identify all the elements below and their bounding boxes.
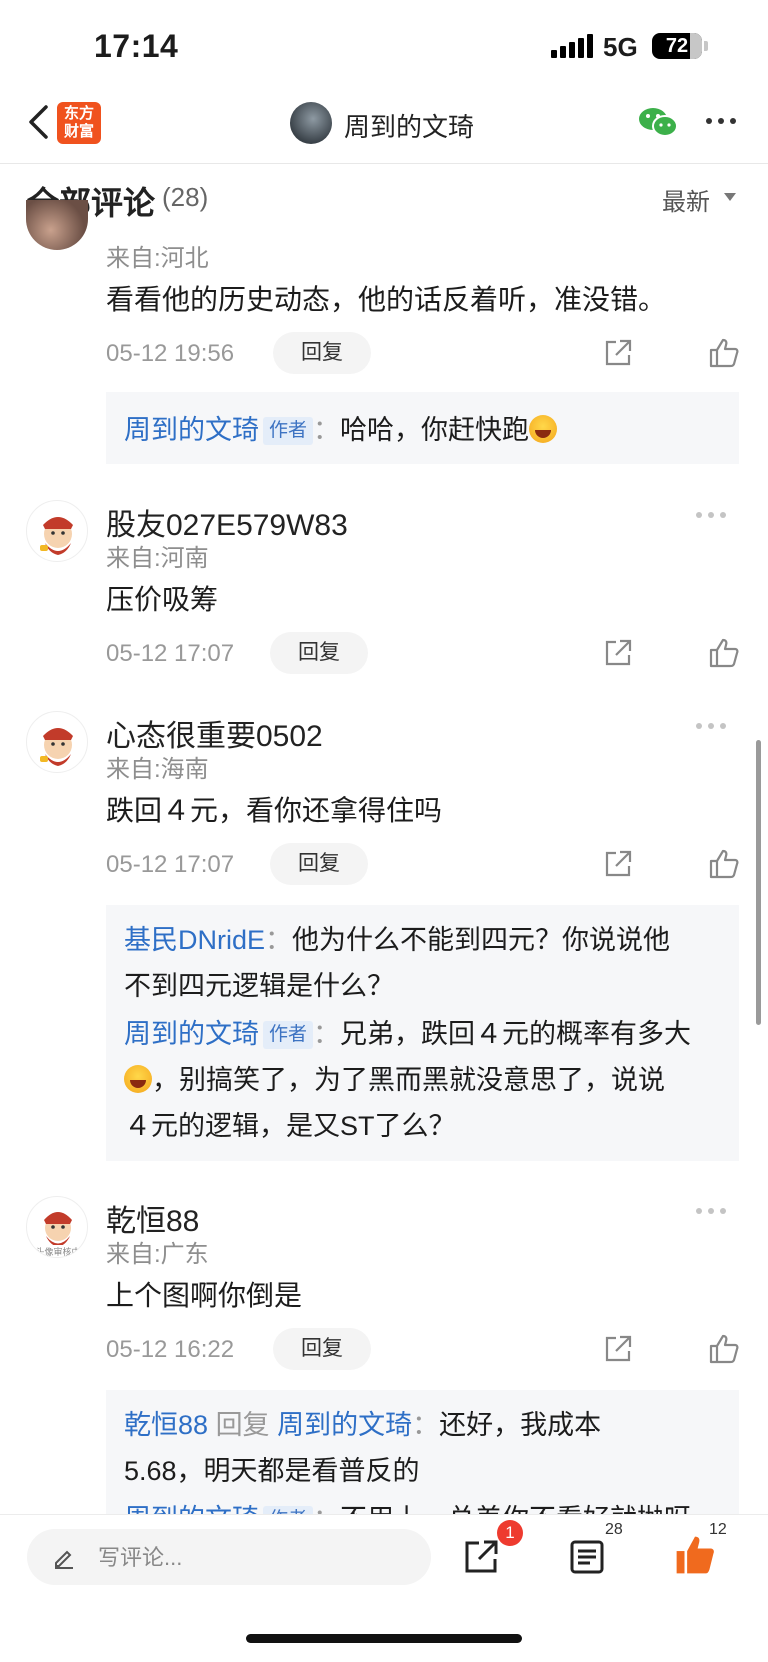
reply-item: 基民DNridE：他为什么不能到四元？你说说他 xyxy=(124,925,671,955)
comment-time: 05-12 19:56 xyxy=(106,340,235,367)
like-filled-icon[interactable] xyxy=(674,1534,716,1576)
reply-item: 周到的文琦作者：不用上，总差你不看好就抛呀 xyxy=(124,1496,721,1514)
reply-author[interactable]: 周到的文琦 xyxy=(124,1504,259,1514)
reply-text-cont: 5.68，明天都是看普反的 xyxy=(124,1456,420,1486)
tears-of-joy-emoji xyxy=(124,1065,152,1093)
comment-more-icon[interactable] xyxy=(696,512,726,518)
status-time: 17:14 xyxy=(94,28,179,64)
reply-text: 不用上，总差你不看好就抛呀 xyxy=(340,1504,691,1514)
reply-text-cont: ４元的逻辑，是又ST了么？ xyxy=(124,1111,456,1141)
comment-time: 05-12 17:07 xyxy=(106,640,235,667)
avatar[interactable] xyxy=(26,500,88,562)
share-icon[interactable] xyxy=(462,1538,500,1576)
reply-text: 哈哈，你赶快跑 xyxy=(340,415,530,445)
comment-list-icon[interactable] xyxy=(568,1538,606,1576)
comment-count: 28 xyxy=(605,1521,623,1538)
like-icon[interactable] xyxy=(708,637,740,669)
author-tag: 作者 xyxy=(263,1021,314,1049)
reply-item: 周到的文琦 作者 ：哈哈，你赶快跑 xyxy=(124,407,721,453)
battery-icon: 72 xyxy=(652,33,702,59)
comment-input[interactable] xyxy=(27,1529,431,1585)
like-icon[interactable] xyxy=(708,337,740,369)
nav-title[interactable]: 周到的文琦 xyxy=(344,107,474,144)
comment-location: 来自:海南 xyxy=(106,756,209,783)
home-indicator xyxy=(246,1634,522,1643)
share-icon[interactable] xyxy=(602,848,634,880)
reply-text: ，别搞笑了，为了黑而黑就没意思了，说说 xyxy=(152,1065,665,1095)
reply-word: 回复 xyxy=(215,1410,270,1440)
share-icon[interactable] xyxy=(602,1333,634,1365)
share-badge: 1 xyxy=(497,1520,523,1546)
nav-divider xyxy=(0,163,768,164)
reply-block: 乾恒88 回复 周到的文琦：还好，我成本 5.68，明天都是看普反的 周到的文琦… xyxy=(106,1390,739,1514)
logo-text-top: 东方 xyxy=(63,105,94,122)
comment-location: 来自:河北 xyxy=(106,245,209,272)
reply-text-cont: ，别搞笑了，为了黑而黑就没意思了，说说 xyxy=(124,1057,721,1103)
avatar[interactable] xyxy=(26,711,88,773)
comment-location: 来自:广东 xyxy=(106,1241,209,1268)
battery-level: 72 xyxy=(665,35,689,57)
reply-button[interactable]: 回复 xyxy=(270,632,368,674)
chevron-down-icon[interactable] xyxy=(724,193,736,201)
like-icon[interactable] xyxy=(708,848,740,880)
scrollbar[interactable] xyxy=(756,740,761,1025)
avatar[interactable]: 头像审核中 xyxy=(26,1196,88,1258)
logo-text-bottom: 财富 xyxy=(63,123,94,140)
comment-time: 05-12 17:07 xyxy=(106,851,235,878)
reply-author[interactable]: 基民DNridE xyxy=(124,925,265,955)
more-options-icon[interactable] xyxy=(706,118,736,124)
network-type: 5G xyxy=(603,32,638,62)
reply-text: 还好，我成本 xyxy=(439,1410,602,1440)
comment-text: 压价吸筹 xyxy=(106,584,219,615)
reply-button[interactable]: 回复 xyxy=(273,332,371,374)
share-icon[interactable] xyxy=(602,337,634,369)
battery-tip xyxy=(704,41,708,51)
avatar-caption: 头像审核中 xyxy=(27,1245,87,1257)
reply-block: 基民DNridE：他为什么不能到四元？你说说他 不到四元逻辑是什么？ 周到的文琦… xyxy=(106,905,739,1161)
reply-button[interactable]: 回复 xyxy=(273,1328,371,1370)
comments-count: (28) xyxy=(162,182,209,212)
reply-button[interactable]: 回复 xyxy=(270,843,368,885)
author-tag: 作者 xyxy=(263,417,314,445)
comment-time: 05-12 16:22 xyxy=(106,1336,235,1363)
reply-item: 乾恒88 回复 周到的文琦：还好，我成本 xyxy=(124,1410,602,1440)
author-avatar[interactable] xyxy=(290,102,332,144)
reply-item: 周到的文琦 作者 ：兄弟，跌回４元的概率有多大 xyxy=(124,1019,692,1049)
signal-icon xyxy=(551,34,593,58)
like-icon[interactable] xyxy=(708,1333,740,1365)
comment-text: 上个图啊你倒是 xyxy=(106,1280,303,1311)
comment-location: 来自:河南 xyxy=(106,545,209,572)
grinning-sweat-emoji xyxy=(529,415,558,443)
author-tag: 作者 xyxy=(263,1506,314,1514)
reply-target[interactable]: 周到的文琦 xyxy=(277,1410,412,1440)
avatar[interactable] xyxy=(26,200,88,250)
comment-input-placeholder[interactable]: 写评论... xyxy=(98,1540,182,1572)
reply-text: 他为什么不能到四元？你说说他 xyxy=(292,925,671,955)
pencil-icon xyxy=(55,1550,73,1569)
comment-more-icon[interactable] xyxy=(696,723,726,729)
comment-text: 看看他的历史动态，他的话反着听，准没错。 xyxy=(106,284,667,315)
share-icon[interactable] xyxy=(602,637,634,669)
reply-text-cont: 不到四元逻辑是什么？ xyxy=(124,971,394,1001)
comment-text: 跌回４元，看你还拿得住吗 xyxy=(106,795,443,826)
reply-author[interactable]: 周到的文琦 xyxy=(124,1019,259,1049)
like-count: 12 xyxy=(709,1521,727,1538)
reply-author[interactable]: 周到的文琦 xyxy=(124,415,259,445)
comment-more-icon[interactable] xyxy=(696,1208,726,1214)
sort-dropdown[interactable]: 最新 xyxy=(662,182,710,217)
reply-author[interactable]: 乾恒88 xyxy=(124,1410,208,1440)
app-logo: 东方 财富 xyxy=(57,102,101,144)
reply-text: 兄弟，跌回４元的概率有多大 xyxy=(340,1019,692,1049)
reply-block: 周到的文琦 作者 ：哈哈，你赶快跑 xyxy=(106,392,739,464)
wechat-icon[interactable] xyxy=(638,105,678,139)
back-arrow-icon[interactable] xyxy=(26,104,52,140)
